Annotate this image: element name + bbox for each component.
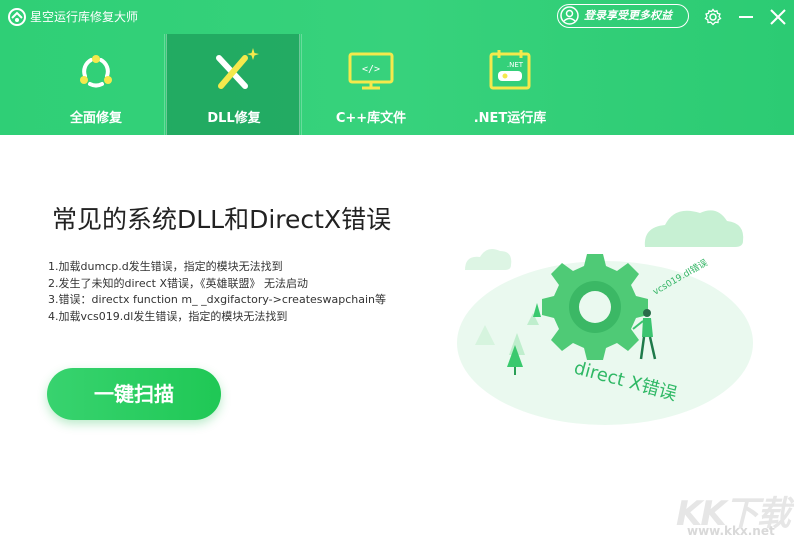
dll-tools-icon <box>216 48 259 89</box>
tab-bar: 全面修复 DLL修复 </> C++库文件 .NET .NET运行库 <box>0 34 794 135</box>
tab-cpp-library[interactable]: </> C++库文件 <box>304 34 438 135</box>
svg-text:.NET: .NET <box>507 61 524 69</box>
tab-label: 全面修复 <box>69 111 122 126</box>
tab-label: C++库文件 <box>335 111 407 126</box>
watermark: KK下载 www.kkx.net <box>676 486 792 540</box>
page-title: 常见的系统DLL和DirectX错误 <box>52 205 392 234</box>
tab-dotnet-runtime[interactable]: .NET .NET运行库 <box>443 34 577 135</box>
tab-dll-repair[interactable]: DLL修复 <box>166 34 300 135</box>
app-logo-icon <box>8 8 26 26</box>
dotnet-calendar-icon: .NET <box>489 50 531 90</box>
title-bar: 星空运行库修复大师 登录享受更多权益 <box>0 0 794 34</box>
watermark-url: www.kkx.net <box>687 524 775 538</box>
directx-error-illustration: vcs019.dl错误 direct X错误 <box>457 210 753 425</box>
error-list: 1.加载dumcp.d发生错误，指定的模块无法找到 2.发生了未知的direct… <box>48 259 448 325</box>
tab-full-repair[interactable]: 全面修复 <box>29 34 163 135</box>
list-item: 1.加载dumcp.d发生错误，指定的模块无法找到 <box>48 260 283 273</box>
settings-gear-icon[interactable] <box>704 8 722 26</box>
one-click-scan-button[interactable]: 一键扫描 <box>47 368 221 420</box>
list-item: 2.发生了未知的direct X错误，《英雄联盟》 无法启动 <box>48 276 308 290</box>
code-monitor-icon: </> <box>348 52 394 90</box>
list-item: 3.错误：directx function m_ _dxgifactory->c… <box>48 293 387 306</box>
close-icon[interactable] <box>769 8 787 26</box>
repair-cycle-icon <box>80 55 112 88</box>
tab-label: .NET运行库 <box>473 111 547 126</box>
user-icon <box>560 6 579 25</box>
app-title: 星空运行库修复大师 <box>30 10 139 24</box>
minimize-icon[interactable] <box>737 8 755 26</box>
tab-label: DLL修复 <box>207 111 261 126</box>
login-button[interactable]: 登录享受更多权益 <box>557 4 689 28</box>
login-label: 登录享受更多权益 <box>584 9 672 22</box>
header-bar: 星空运行库修复大师 登录享受更多权益 全面修复 DLL修复 </> C++库文件… <box>0 0 794 135</box>
list-item: 4.加载vcs019.dl发生错误，指定的模块无法找到 <box>48 309 288 323</box>
svg-text:</>: </> <box>362 64 380 75</box>
